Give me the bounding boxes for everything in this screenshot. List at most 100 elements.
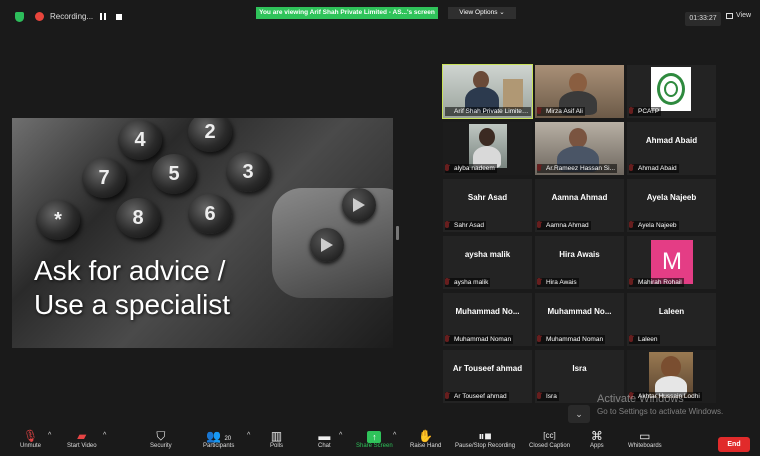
- share-screen-button[interactable]: ↑ Share Screen: [356, 429, 393, 449]
- split-drag-handle[interactable]: [396, 226, 399, 240]
- activate-windows-watermark: Activate Windows Go to Settings to activ…: [597, 393, 723, 416]
- participant-name-label: Ar Touseef ahmad: [445, 392, 509, 401]
- apps-button[interactable]: ⌘ Apps: [590, 429, 604, 449]
- participant-display-name: Ahmad Abaid: [645, 136, 698, 145]
- participant-name-label: Arif Shah Private Limited...: [445, 107, 531, 116]
- raise-hand-label: Raise Hand: [410, 443, 442, 449]
- recording-indicator: Recording...: [35, 12, 93, 21]
- stop-icon[interactable]: [116, 14, 122, 20]
- polls-label: Polls: [270, 443, 284, 449]
- participant-display-name: Hira Awais: [559, 250, 600, 259]
- view-grid-icon: [726, 12, 733, 19]
- participant-name-label: Sahr Asad: [445, 221, 486, 230]
- chevron-up-icon[interactable]: ^: [339, 432, 342, 439]
- participant-name-label: Laleen: [629, 335, 660, 344]
- pause-icon[interactable]: [100, 13, 106, 20]
- start-video-label: Start Video: [67, 443, 97, 449]
- participant-tile[interactable]: Hira Awais Hira Awais: [535, 236, 624, 289]
- participant-display-name: Ayela Najeeb: [646, 193, 697, 202]
- participant-tile[interactable]: Ahmad Abaid Ahmad Abaid: [627, 122, 716, 175]
- whiteboards-button[interactable]: ▭ Whiteboards: [628, 429, 662, 449]
- raise-hand-button[interactable]: ✋ Raise Hand: [410, 429, 441, 449]
- participants-icon: 👥 20: [206, 429, 232, 443]
- chat-button[interactable]: ▬ Chat: [318, 429, 331, 449]
- phone-key: *: [36, 200, 80, 240]
- record-pause-icon: ⏸■: [478, 429, 492, 443]
- chevron-up-icon[interactable]: ^: [393, 432, 396, 439]
- pause-recording-button[interactable]: ⏸■ Pause/Stop Recording: [455, 429, 515, 449]
- phone-key: 2: [188, 118, 232, 152]
- participant-name-label: Mahirah Rohail: [629, 278, 684, 287]
- viewing-screen-banner: You are viewing Arif Shah Private Limite…: [256, 7, 438, 19]
- watermark-line-1: Activate Windows: [597, 393, 684, 405]
- shared-screen[interactable]: 4 2 7 5 3 8 6 * Ask for advice / Use a s…: [12, 118, 393, 348]
- apps-icon: ⌘: [590, 429, 603, 443]
- participant-tile[interactable]: Ar Touseef ahmad Ar Touseef ahmad: [443, 350, 532, 403]
- pause-recording-label: Pause/Stop Recording: [455, 443, 516, 449]
- polls-icon: ▥: [270, 429, 283, 443]
- raise-hand-icon: ✋: [418, 429, 434, 443]
- mic-muted-icon: 🎙: [22, 429, 39, 443]
- security-label: Security: [150, 443, 172, 449]
- view-button[interactable]: View: [726, 12, 751, 19]
- closed-caption-label: Closed Caption: [529, 443, 571, 449]
- participant-tile[interactable]: Sahr Asad Sahr Asad: [443, 179, 532, 232]
- participant-tile[interactable]: M Mahirah Rohail: [627, 236, 716, 289]
- phone-key: 5: [152, 154, 196, 194]
- unmute-button[interactable]: 🎙 Unmute: [20, 429, 41, 449]
- participant-tile[interactable]: alyba nadeem: [443, 122, 532, 175]
- participant-name-label: Mirza Asif Ali: [537, 107, 585, 116]
- end-meeting-button[interactable]: End: [718, 437, 750, 452]
- chevron-up-icon[interactable]: ^: [48, 432, 51, 439]
- meeting-toolbar: 🎙 Unmute ^ ▰ Start Video ^ ⛉ Security 👥 …: [0, 426, 760, 456]
- whiteboards-label: Whiteboards: [628, 443, 662, 449]
- participant-tile[interactable]: Laleen Laleen: [627, 293, 716, 346]
- chevron-down-icon[interactable]: ⌄: [568, 405, 590, 423]
- participant-logo: [651, 67, 691, 111]
- participant-name-label: Aamna Ahmad: [537, 221, 591, 230]
- phone-key: 7: [82, 158, 126, 198]
- view-options-button[interactable]: View Options ⌄: [448, 7, 516, 19]
- cc-icon: [cc]: [543, 431, 556, 440]
- security-button[interactable]: ⛉ Security: [150, 429, 172, 449]
- security-shield-icon: ⛉: [156, 429, 166, 443]
- meeting-timer: 01:33:27: [685, 12, 721, 26]
- participants-label: Participants: [203, 443, 235, 449]
- participant-display-name: Laleen: [658, 307, 685, 316]
- share-arrow-icon: ↑: [367, 431, 382, 443]
- share-screen-label: Share Screen: [356, 443, 393, 449]
- start-video-button[interactable]: ▰ Start Video: [67, 429, 97, 449]
- participant-tile[interactable]: Muhammad No... Muhammad Noman: [535, 293, 624, 346]
- video-off-icon: ▰: [77, 429, 87, 443]
- unmute-label: Unmute: [20, 443, 42, 449]
- participant-name-label: Ayela Najeeb: [629, 221, 679, 230]
- participants-count: 20: [224, 436, 232, 442]
- participant-display-name: aysha malik: [464, 250, 511, 259]
- chevron-up-icon[interactable]: ^: [103, 432, 106, 439]
- slide-line-2: Use a specialist: [34, 289, 231, 320]
- participant-tile[interactable]: Arif Shah Private Limited...: [442, 64, 533, 119]
- participant-tile[interactable]: Muhammad No... Muhammad Noman: [443, 293, 532, 346]
- participant-tile[interactable]: Aamna Ahmad Aamna Ahmad: [535, 179, 624, 232]
- phone-key: 6: [188, 194, 232, 234]
- participant-tile[interactable]: PCATP: [627, 65, 716, 118]
- closed-caption-button[interactable]: [cc] Closed Caption: [529, 429, 570, 449]
- participant-tile[interactable]: Mirza Asif Ali: [535, 65, 624, 118]
- participant-tile[interactable]: Ar.Rameez Hassan Si...: [535, 122, 624, 175]
- nav-button-up: [342, 188, 376, 222]
- chat-label: Chat: [318, 443, 331, 449]
- polls-button[interactable]: ▥ Polls: [270, 429, 283, 449]
- slide-line-1: Ask for advice /: [34, 255, 226, 286]
- participant-name-label: Muhammad Noman: [445, 335, 514, 344]
- participant-tile[interactable]: aysha malik aysha malik: [443, 236, 532, 289]
- apps-label: Apps: [590, 443, 604, 449]
- watermark-line-2: Go to Settings to activate Windows.: [597, 407, 724, 416]
- participant-name-label: Isra: [537, 392, 559, 401]
- chevron-up-icon[interactable]: ^: [247, 432, 250, 439]
- shield-icon[interactable]: [15, 12, 24, 22]
- view-label: View: [736, 12, 752, 19]
- participant-tile[interactable]: Ayela Najeeb Ayela Najeeb: [627, 179, 716, 232]
- participants-button[interactable]: 👥 20 Participants: [203, 429, 234, 449]
- record-icon: [35, 12, 44, 21]
- participant-name-label: Hira Awais: [537, 278, 579, 287]
